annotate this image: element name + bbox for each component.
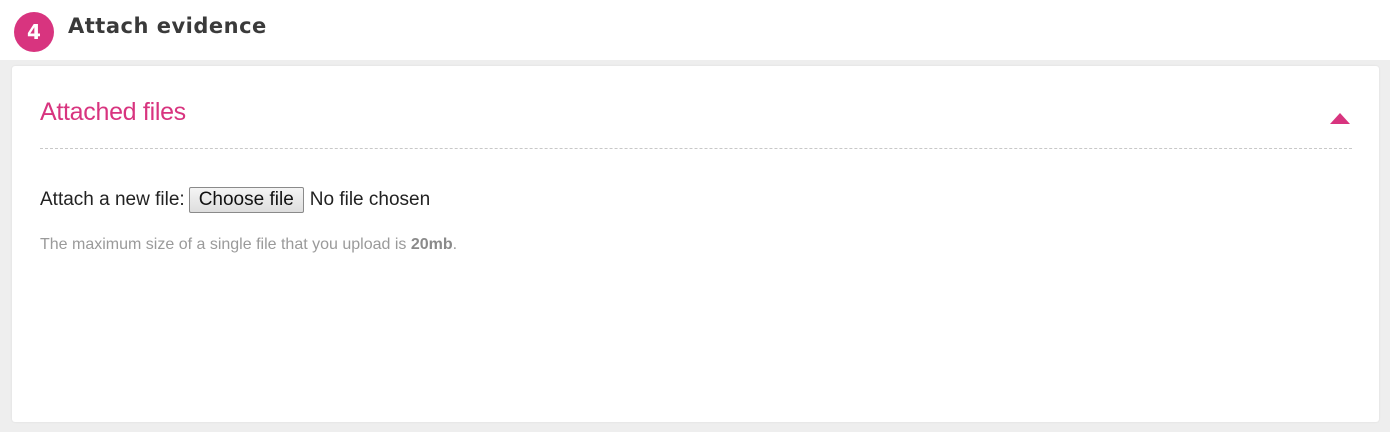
hint-suffix: .: [452, 236, 458, 253]
choose-file-button[interactable]: Choose file: [188, 187, 304, 213]
panel-container: Attached files Attach a new file: Choose…: [0, 60, 1390, 432]
size-limit: 20mb: [410, 236, 453, 253]
hint-text: The maximum size of a single file that y…: [40, 236, 411, 253]
file-upload-row: Attach a new file: Choose file No file c…: [40, 185, 430, 215]
caret-up-icon: [1330, 113, 1350, 124]
step-number-badge: 4: [14, 12, 54, 52]
attached-files-panel: Attached files Attach a new file: Choose…: [12, 66, 1379, 422]
panel-title: Attached files: [40, 98, 186, 126]
panel-heading[interactable]: Attached files: [40, 98, 1352, 149]
file-size-hint: The maximum size of a single file that y…: [40, 236, 457, 254]
step-title: Attach evidence: [68, 14, 267, 38]
file-status-text: No file chosen: [309, 189, 431, 210]
collapse-toggle-button[interactable]: [1328, 106, 1352, 130]
file-input-label: Attach a new file:: [40, 189, 185, 210]
step-header: 4 Attach evidence: [0, 0, 1390, 60]
